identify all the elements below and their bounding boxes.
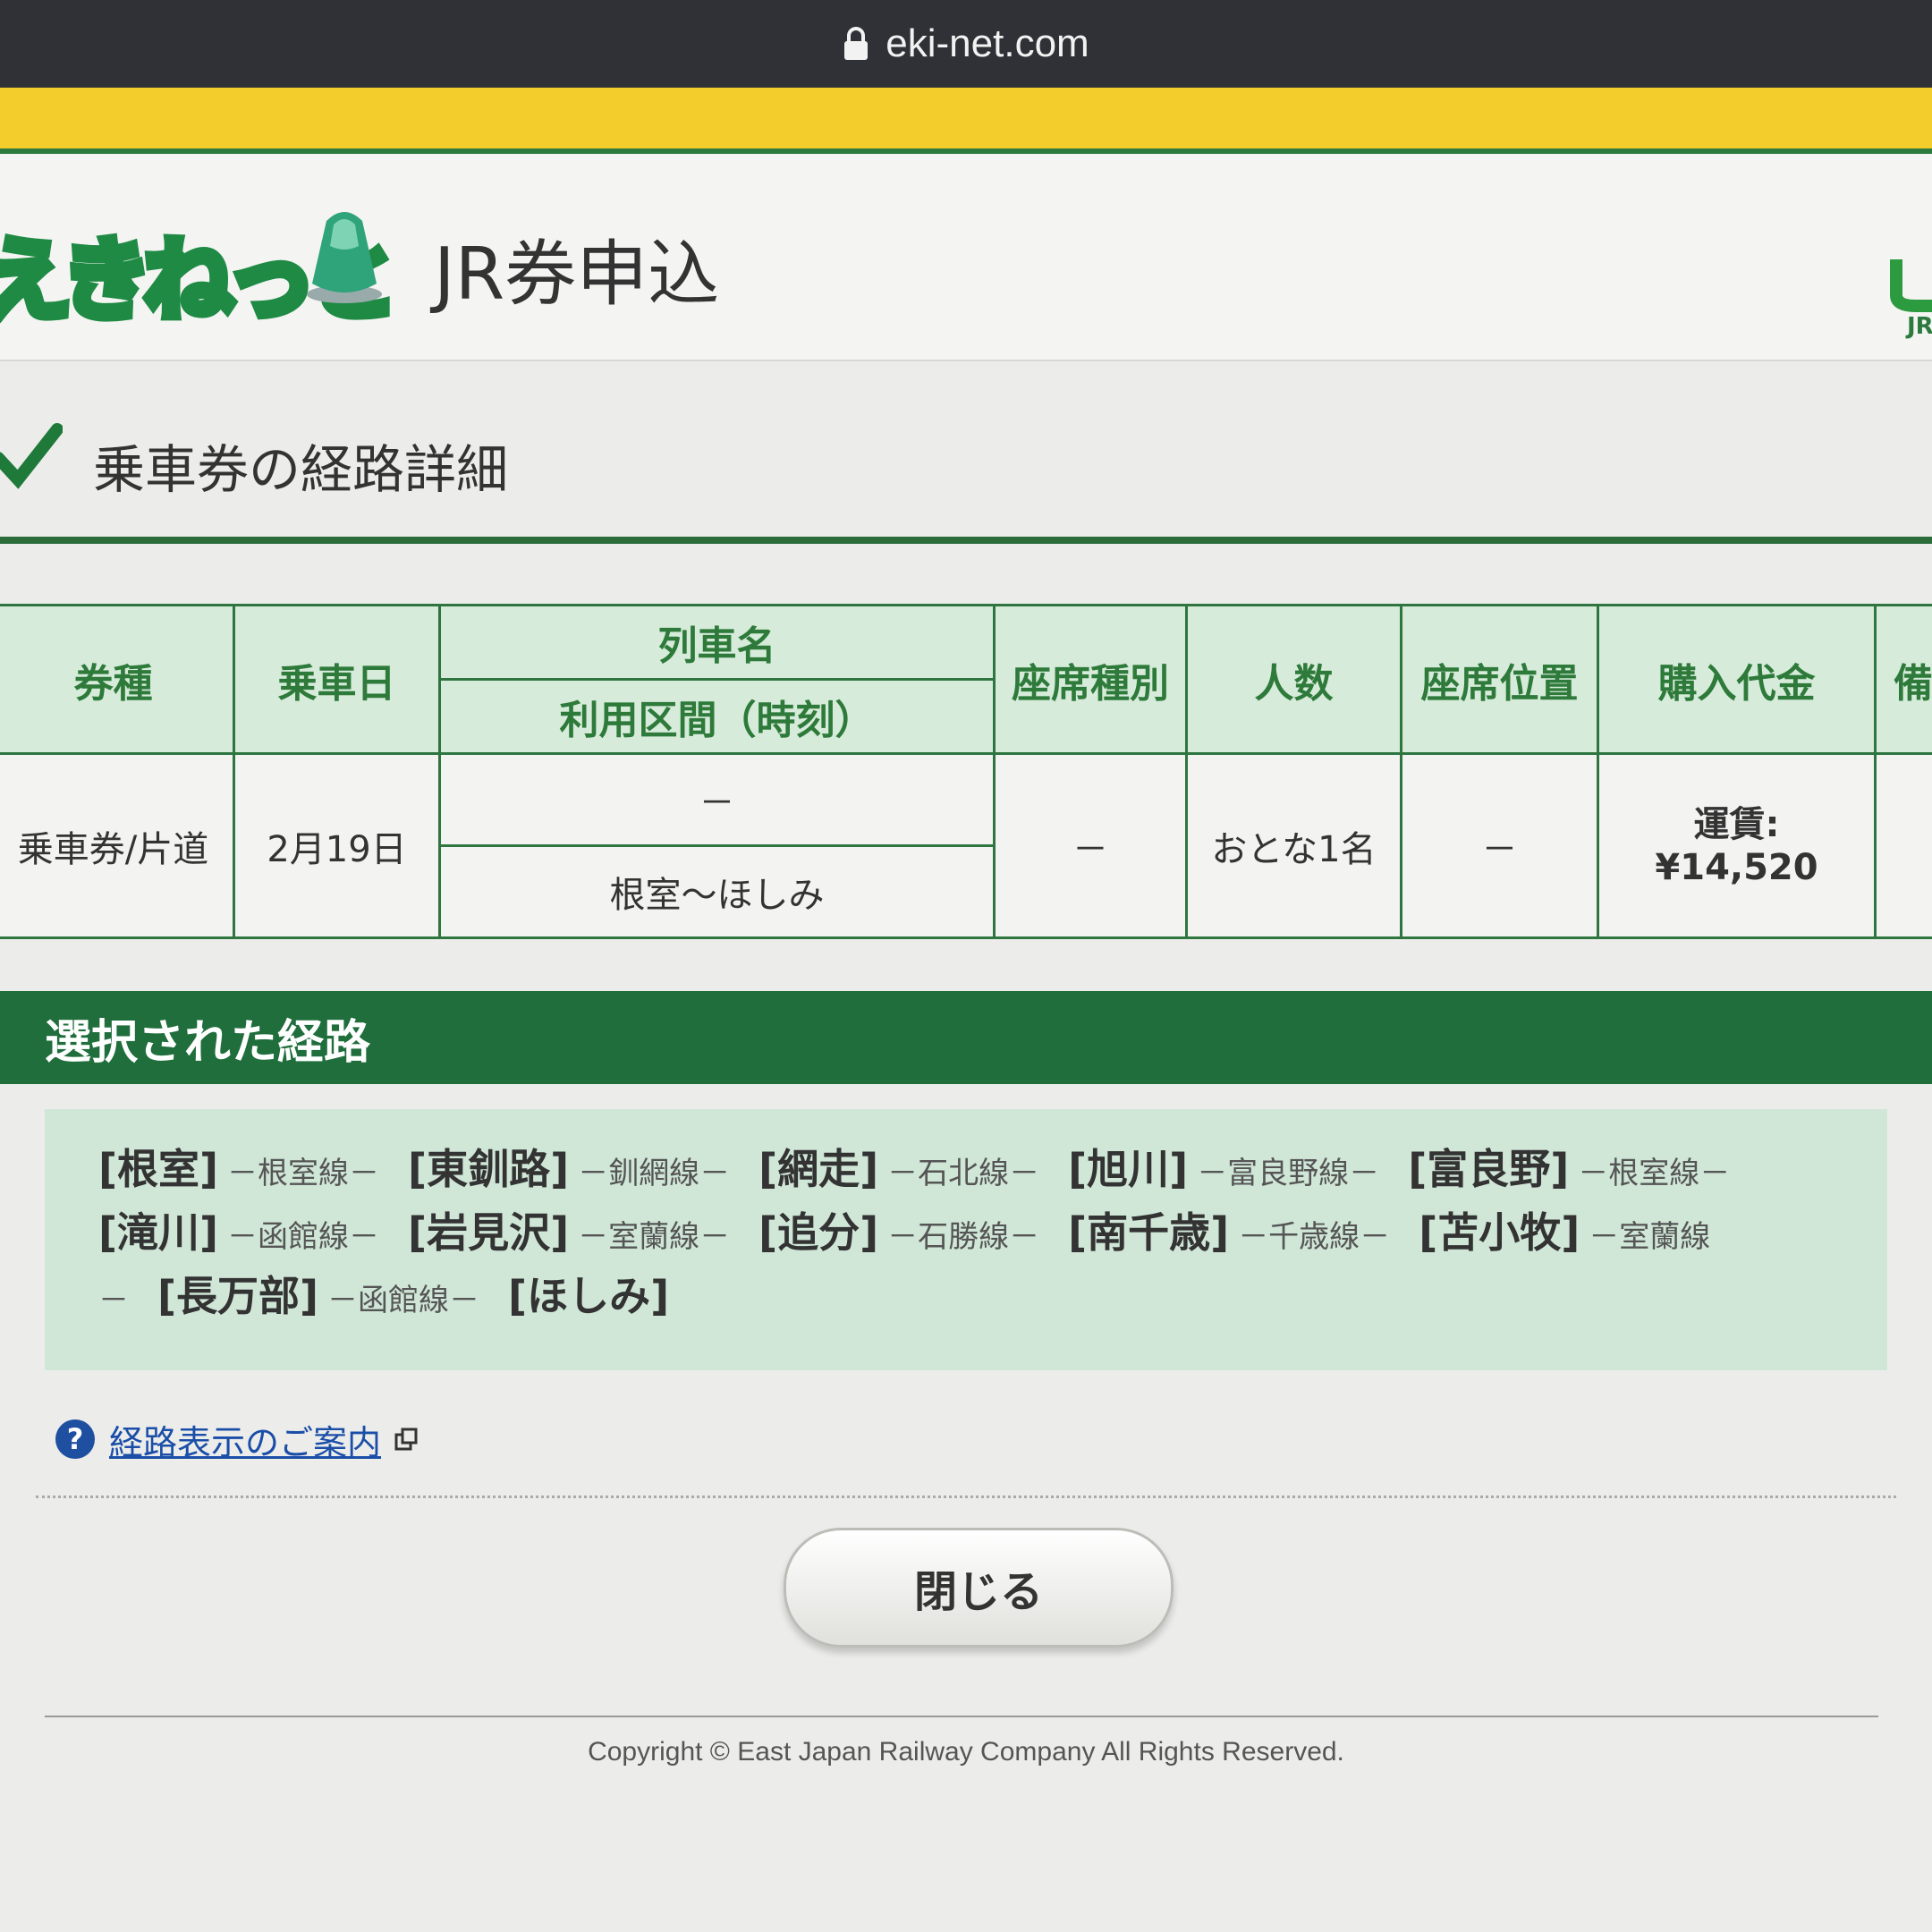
route-station: [苫小牧] xyxy=(1419,1208,1580,1257)
section-heading: 乗車券の経路詳細 xyxy=(0,394,1932,544)
close-button[interactable]: 閉じる xyxy=(784,1528,1174,1648)
route-station: [網走] xyxy=(758,1145,879,1193)
header-remarks: 備 xyxy=(1874,604,1932,755)
divider xyxy=(36,1496,1896,1498)
cell-price: 運賃: ¥14,520 xyxy=(1597,752,1877,939)
cell-seat-type: － xyxy=(993,752,1188,939)
table-row: 乗車券/片道 2月19日 － － おとな1名 － 運賃: ¥14,520 xyxy=(0,752,1932,939)
app-logo-icon xyxy=(307,212,382,303)
route-station: [根室] xyxy=(98,1145,219,1193)
route-banner: 選択された経路 xyxy=(0,991,1932,1084)
check-icon xyxy=(0,423,63,489)
route-station: [長万部] xyxy=(157,1272,319,1320)
header-seat-type: 座席種別 xyxy=(993,604,1188,755)
route-line: －函館線－ xyxy=(227,1219,380,1255)
route-line: －石北線－ xyxy=(887,1156,1040,1191)
route-line: －室蘭線 xyxy=(1589,1219,1711,1255)
section-title: 乗車券の経路詳細 xyxy=(93,439,509,500)
route-station: [旭川] xyxy=(1068,1145,1189,1193)
cell-ticket-type: 乗車券/片道 xyxy=(0,752,235,939)
site-header: えきねっと JR券申込 JR xyxy=(0,148,1932,361)
cell-people: おとな1名 xyxy=(1185,752,1402,939)
route-line: －千歳線－ xyxy=(1238,1219,1391,1255)
route-line: －富良野線－ xyxy=(1197,1156,1380,1191)
cell-section: 根室～ほしみ xyxy=(438,844,996,939)
route-help-link[interactable]: 経路表示のご案内 xyxy=(109,1415,381,1464)
route-box: [根室] －根室線－ [東釧路] －釧網線－ [網走] －石北線－ [旭川] －富良野線… xyxy=(45,1109,1887,1370)
price-label: 運賃: xyxy=(1693,803,1780,845)
page-title: JR券申込 xyxy=(434,233,720,316)
route-line: － xyxy=(98,1283,129,1318)
header-section-time: 利用区間（時刻） xyxy=(438,678,996,755)
route-station: [富良野] xyxy=(1408,1145,1570,1193)
ticket-detail-table: 券種 乗車日 列車名 座席種別 人数 座席位置 購入代金 備 利用区間（時刻） … xyxy=(0,604,1932,939)
cell-remarks xyxy=(1874,752,1932,939)
help-icon: ? xyxy=(55,1419,95,1459)
header-seat-position: 座席位置 xyxy=(1400,604,1599,755)
cell-date: 2月19日 xyxy=(233,752,441,939)
route-line: －室蘭線－ xyxy=(578,1219,731,1255)
route-line: －釧網線－ xyxy=(578,1156,731,1191)
cell-train-name: － xyxy=(438,752,996,847)
header-price: 購入代金 xyxy=(1597,604,1877,755)
footer-divider xyxy=(45,1716,1878,1717)
header-train-name: 列車名 xyxy=(438,604,996,681)
route-line: －根室線－ xyxy=(227,1156,380,1191)
route-station: [滝川] xyxy=(98,1208,219,1257)
lock-icon xyxy=(843,26,869,62)
jr-logo-text: JR xyxy=(1907,313,1932,340)
route-help: ? 経路表示のご案内 xyxy=(55,1415,419,1463)
route-line: －根室線－ xyxy=(1578,1156,1731,1191)
url-text: eki-net.com xyxy=(886,21,1089,65)
route-station: [東釧路] xyxy=(408,1145,570,1193)
header-people: 人数 xyxy=(1185,604,1402,755)
copyright-text: Copyright © East Japan Railway Company A… xyxy=(588,1737,1344,1767)
cell-seat-position: － xyxy=(1400,752,1599,939)
route-station: [岩見沢] xyxy=(408,1208,570,1257)
jr-east-logo: JR xyxy=(1889,250,1932,358)
route-station: [南千歳] xyxy=(1068,1208,1230,1257)
route-line: －石勝線－ xyxy=(887,1219,1040,1255)
address-bar[interactable]: eki-net.com xyxy=(0,0,1932,88)
route-station: [ほしみ] xyxy=(508,1272,670,1320)
price-value: ¥14,520 xyxy=(1655,846,1818,888)
header-date: 乗車日 xyxy=(233,604,441,755)
brand-stripe xyxy=(0,88,1932,148)
header-ticket-type: 券種 xyxy=(0,604,235,755)
route-station: [追分] xyxy=(758,1208,879,1257)
external-link-icon xyxy=(394,1428,418,1451)
route-line: －函館線－ xyxy=(327,1283,480,1318)
